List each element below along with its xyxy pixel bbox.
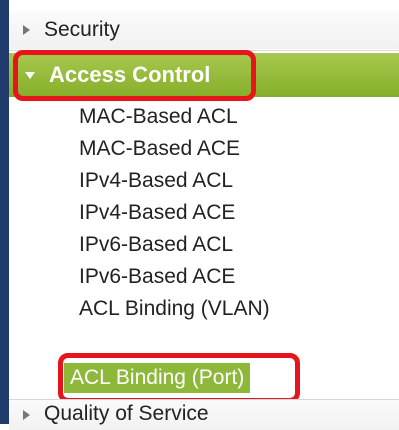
chevron-right-icon xyxy=(23,410,30,420)
submenu-item-mac-based-ace[interactable]: MAC-Based ACE xyxy=(79,134,240,164)
divider xyxy=(9,50,399,51)
submenu-item-acl-binding-vlan[interactable]: ACL Binding (VLAN) xyxy=(79,294,270,324)
chevron-down-icon xyxy=(25,71,35,79)
submenu-item-acl-binding-port[interactable]: ACL Binding (Port) xyxy=(64,363,251,393)
nav-item-security-label: Security xyxy=(44,18,120,41)
chevron-right-icon xyxy=(23,25,30,35)
nav-item-quality-of-service[interactable]: Quality of Service xyxy=(9,400,399,430)
navigation-menu: Security Access Control MAC-Based ACL MA… xyxy=(0,0,399,430)
submenu-item-ipv6-based-acl[interactable]: IPv6-Based ACL xyxy=(79,230,233,260)
submenu-item-ipv4-based-ace[interactable]: IPv4-Based ACE xyxy=(79,198,235,228)
nav-item-security[interactable]: Security xyxy=(9,11,399,49)
submenu-item-ipv6-based-ace[interactable]: IPv6-Based ACE xyxy=(79,262,235,292)
nav-item-access-control-label: Access Control xyxy=(49,62,211,87)
nav-left-rail xyxy=(0,0,9,424)
submenu-item-mac-based-acl[interactable]: MAC-Based ACL xyxy=(79,102,238,132)
nav-item-qos-label: Quality of Service xyxy=(44,402,209,425)
nav-item-access-control[interactable]: Access Control xyxy=(9,53,399,97)
submenu-item-ipv4-based-acl[interactable]: IPv4-Based ACL xyxy=(79,166,233,196)
